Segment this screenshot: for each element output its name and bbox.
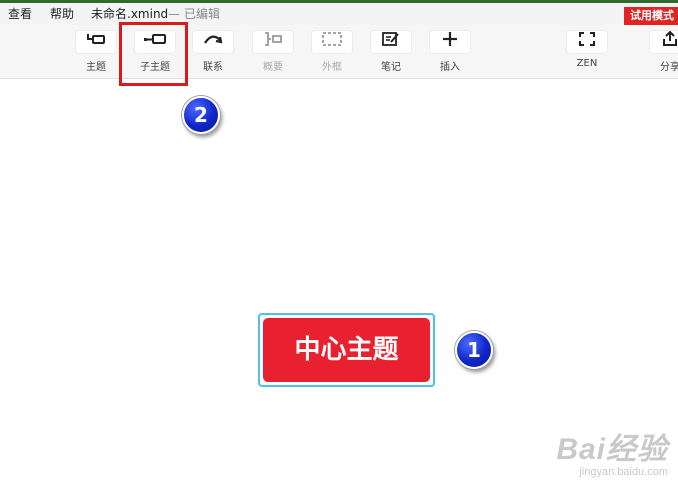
insert-button[interactable]: 插入 — [427, 28, 473, 76]
zen-button[interactable]: ZEN — [564, 28, 610, 76]
watermark-logo: Bai经验 — [556, 433, 668, 466]
boundary-label: 外框 — [322, 62, 342, 73]
relationship-label: 联系 — [203, 62, 223, 73]
note-button[interactable]: 笔记 — [368, 28, 414, 76]
toolbar: 主题 子主题 联系 概要 外框 笔记 插入 ZEN 分享 — [0, 25, 678, 79]
boundary-icon — [312, 31, 352, 53]
note-label: 笔记 — [381, 62, 401, 73]
subtopic-highlight-box — [119, 22, 188, 86]
note-icon — [371, 31, 411, 53]
step-marker-2: 2 — [182, 96, 220, 134]
menu-bar: 查看 帮助 未命名.xmind — 已编辑 试用模式 — [0, 3, 678, 25]
relationship-icon — [193, 31, 233, 53]
plus-icon — [430, 31, 470, 53]
relationship-button[interactable]: 联系 — [190, 28, 236, 76]
summary-button[interactable]: 概要 — [250, 28, 296, 76]
zen-label: ZEN — [576, 58, 598, 69]
insert-label: 插入 — [440, 62, 460, 73]
trial-mode-badge[interactable]: 试用模式 — [624, 7, 678, 25]
edit-status: 已编辑 — [184, 7, 221, 21]
summary-icon — [253, 31, 293, 53]
summary-label: 概要 — [263, 62, 283, 73]
central-topic[interactable]: 中心主题 — [263, 318, 430, 382]
topic-button[interactable]: 主题 — [73, 28, 119, 76]
step-marker-1: 1 — [455, 331, 493, 369]
baidu-jingyan-watermark: Bai经验 jingyan.baidu.com — [556, 424, 668, 478]
menu-help[interactable]: 帮助 — [50, 3, 74, 25]
topic-icon — [76, 31, 116, 53]
boundary-button[interactable]: 外框 — [309, 28, 355, 76]
share-button[interactable]: 分享 — [647, 28, 678, 76]
central-topic-selection[interactable]: 中心主题 — [258, 313, 435, 387]
share-label: 分享 — [660, 62, 678, 73]
menu-view[interactable]: 查看 — [8, 3, 32, 25]
share-icon — [650, 31, 678, 53]
fullscreen-icon — [567, 31, 607, 53]
topic-label: 主题 — [86, 62, 106, 73]
